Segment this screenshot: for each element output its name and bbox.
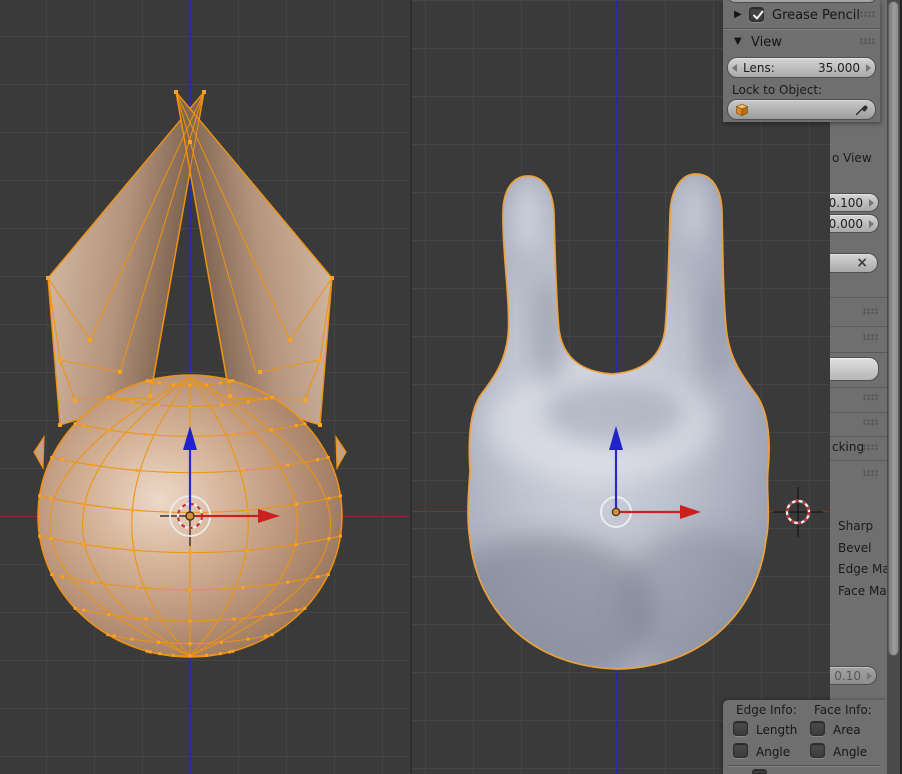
panel-drag-grip[interactable]: [863, 444, 878, 451]
increment-arrow-icon[interactable]: [869, 198, 874, 207]
edge-info-label: Edge Info:: [736, 703, 797, 717]
lens-label: Lens:: [743, 61, 775, 75]
scrollbar[interactable]: [887, 0, 900, 774]
face-angle-label: Angle: [833, 745, 868, 759]
slider-value: 0.000: [830, 217, 863, 231]
cheek-bump-left: [33, 434, 45, 471]
grease-pencil-panel-header[interactable]: ▶ Grease Pencil: [723, 5, 880, 27]
clear-icon[interactable]: ×: [856, 256, 868, 271]
lock-camera-label-tail: o View: [832, 151, 872, 165]
viewport-left[interactable]: [0, 0, 410, 774]
clipped-widget-above: [727, 0, 877, 3]
eyedropper-icon[interactable]: [854, 103, 868, 117]
panel-drag-grip[interactable]: [860, 38, 875, 45]
lens-slider[interactable]: Lens: 35.000: [727, 57, 876, 78]
cheek-bump-right: [335, 434, 347, 471]
mesh-display-label-face-marks: Face Ma: [838, 584, 887, 598]
slider-value: 0.100: [830, 196, 863, 210]
area-divider[interactable]: [410, 0, 412, 774]
face-info-label: Face Info:: [814, 703, 872, 717]
clipped-checkbox[interactable]: [752, 769, 767, 774]
panel-drag-grip[interactable]: [863, 470, 878, 477]
panel-drag-grip[interactable]: [863, 308, 878, 315]
check-icon: [753, 10, 764, 20]
value-slider-bottom[interactable]: 0.000: [830, 214, 879, 233]
increment-arrow-icon[interactable]: [869, 219, 874, 228]
panel-drag-grip[interactable]: [863, 334, 878, 341]
mesh-display-label-bevel: Bevel: [838, 541, 872, 555]
mesh-display-label-sharp: Sharp: [838, 519, 874, 533]
tracking-panel-header-tail[interactable]: cking: [832, 440, 864, 455]
object-cube-icon: [735, 103, 749, 117]
value-slider-top[interactable]: 0.100: [830, 193, 879, 212]
clipped-button[interactable]: [830, 357, 879, 381]
lock-object-field[interactable]: [727, 99, 876, 120]
face-area-label: Area: [833, 723, 861, 737]
edit-mode-mesh[interactable]: [0, 0, 410, 774]
face-angle-checkbox[interactable]: [810, 743, 825, 758]
view-properties-panel: ▶ Grease Pencil ▼ View Lens: 35.000 Lock…: [723, 0, 880, 122]
face-area-checkbox[interactable]: [810, 721, 825, 736]
view-panel-header[interactable]: ▼ View: [723, 32, 880, 54]
edge-angle-checkbox[interactable]: [733, 743, 748, 758]
increment-arrow-icon[interactable]: [867, 671, 872, 680]
edge-length-label: Length: [756, 723, 798, 737]
slider-value: 0.10: [834, 669, 861, 683]
increment-arrow-icon[interactable]: [866, 63, 871, 72]
decrement-arrow-icon[interactable]: [732, 63, 737, 72]
edge-angle-label: Angle: [756, 745, 791, 759]
blender-window: o View 0.100 0.000 × cking Sharp Bevel E…: [0, 0, 902, 774]
expand-right-icon[interactable]: ▶: [734, 9, 742, 20]
lock-to-object-label: Lock to Object:: [732, 83, 823, 97]
expand-down-icon[interactable]: ▼: [734, 36, 742, 47]
panel-drag-grip[interactable]: [863, 419, 878, 426]
mesh-display-label-edge-marks: Edge Ma: [838, 562, 890, 576]
panel-drag-grip[interactable]: [863, 394, 878, 401]
normal-size-slider[interactable]: 0.10: [830, 666, 877, 685]
edge-length-checkbox[interactable]: [733, 721, 748, 736]
panel-drag-grip[interactable]: [860, 11, 875, 18]
lens-value: 35.000: [818, 61, 860, 75]
mesh-info-panel: Edge Info: Face Info: Length Area Angle …: [723, 700, 887, 774]
filter-field[interactable]: ×: [830, 253, 878, 273]
view-panel-label: View: [751, 35, 782, 50]
grease-pencil-checkbox[interactable]: [749, 7, 764, 22]
grease-pencil-label: Grease Pencil: [772, 8, 860, 23]
scrollbar-thumb[interactable]: [888, 1, 899, 656]
